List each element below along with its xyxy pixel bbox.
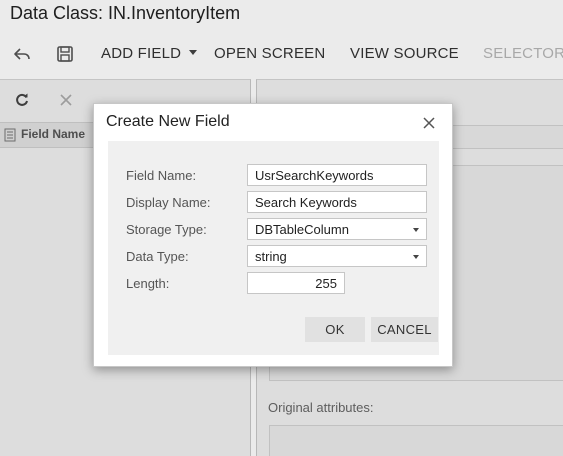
storage-type-value: DBTableColumn <box>255 222 349 237</box>
chevron-down-icon <box>413 228 419 232</box>
length-row: Length: <box>108 272 439 296</box>
dialog-form: Field Name: Display Name: Storage Type: … <box>108 141 439 355</box>
display-name-row: Display Name: <box>108 191 439 215</box>
create-new-field-dialog: Create New Field Field Name: Display Nam… <box>93 103 453 367</box>
storage-type-label: Storage Type: <box>126 222 207 237</box>
field-name-input[interactable] <box>247 164 427 186</box>
close-icon[interactable] <box>421 115 437 131</box>
data-type-select[interactable]: string <box>247 245 427 267</box>
length-input[interactable] <box>247 272 345 294</box>
storage-type-select[interactable]: DBTableColumn <box>247 218 427 240</box>
display-name-label: Display Name: <box>126 195 211 210</box>
field-name-row: Field Name: <box>108 164 439 188</box>
data-type-row: Data Type: string <box>108 245 439 269</box>
storage-type-row: Storage Type: DBTableColumn <box>108 218 439 242</box>
cancel-button[interactable]: CANCEL <box>371 317 438 342</box>
display-name-input[interactable] <box>247 191 427 213</box>
ok-button[interactable]: OK <box>305 317 365 342</box>
data-class-editor: Data Class: IN.InventoryItem ADD FIELD O… <box>0 0 563 456</box>
dialog-title: Create New Field <box>106 113 230 130</box>
data-type-label: Data Type: <box>126 249 189 264</box>
chevron-down-icon <box>413 255 419 259</box>
field-name-label: Field Name: <box>126 168 197 183</box>
data-type-value: string <box>255 249 287 264</box>
length-label: Length: <box>126 276 170 291</box>
